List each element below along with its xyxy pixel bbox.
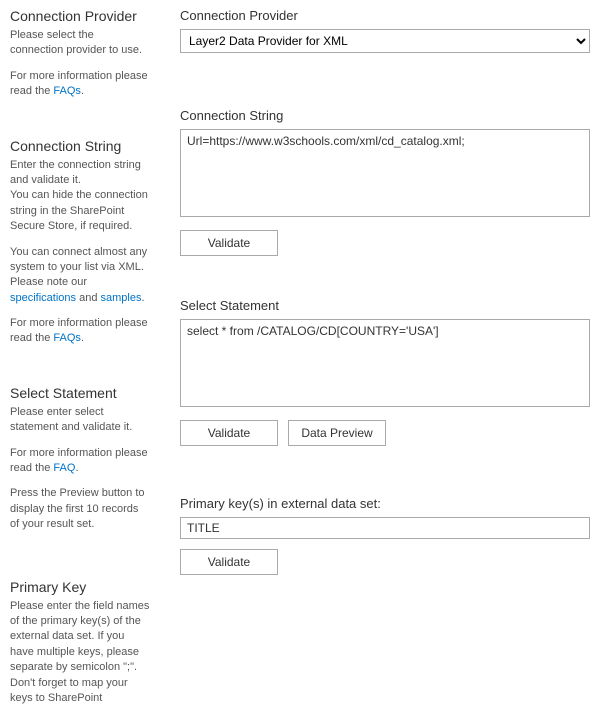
faqs-link[interactable]: FAQs	[53, 85, 81, 97]
primary-label: Primary key(s) in external data set:	[180, 496, 590, 511]
select-heading: Select Statement	[10, 385, 150, 401]
primary-block: Primary key(s) in external data set: Val…	[180, 496, 590, 575]
text: and	[76, 292, 100, 304]
connstring-heading: Connection String	[10, 138, 150, 154]
connstring-textarea[interactable]	[180, 129, 590, 217]
primary-heading: Primary Key	[10, 579, 150, 595]
help-column: Connection Provider Please select the co…	[10, 8, 170, 706]
faqs-link-2[interactable]: FAQs	[53, 332, 81, 344]
select-block: Select Statement Validate Data Preview	[180, 298, 590, 446]
faq-link[interactable]: FAQ	[53, 462, 75, 474]
samples-link[interactable]: samples	[101, 292, 142, 304]
primary-help-1: Please enter the field names of the prim…	[10, 599, 150, 706]
text: You can connect almost any system to you…	[10, 246, 147, 289]
select-help-3: Press the Preview button to display the …	[10, 486, 150, 532]
provider-dropdown[interactable]: Layer2 Data Provider for XML	[180, 29, 590, 53]
connstring-label: Connection String	[180, 108, 590, 123]
select-textarea[interactable]	[180, 319, 590, 407]
text: .	[81, 332, 84, 344]
text: .	[75, 462, 78, 474]
provider-block: Connection Provider Layer2 Data Provider…	[180, 8, 590, 53]
provider-heading: Connection Provider	[10, 8, 150, 24]
select-validate-button[interactable]: Validate	[180, 420, 278, 446]
select-label: Select Statement	[180, 298, 590, 313]
connstring-help-1: Enter the connection string and validate…	[10, 158, 150, 189]
primary-validate-button[interactable]: Validate	[180, 549, 278, 575]
connstring-block: Connection String Validate	[180, 108, 590, 256]
text: For more information please read the	[10, 447, 148, 474]
select-help-1: Please enter select statement and valida…	[10, 405, 150, 436]
specifications-link[interactable]: specifications	[10, 292, 76, 304]
connstring-validate-button[interactable]: Validate	[180, 230, 278, 256]
primary-key-input[interactable]	[180, 517, 590, 539]
form-container: Connection Provider Please select the co…	[0, 0, 600, 706]
connstring-help-3: You can connect almost any system to you…	[10, 245, 150, 307]
data-preview-button[interactable]: Data Preview	[288, 420, 386, 446]
connstring-help-2: You can hide the connection string in th…	[10, 188, 150, 234]
provider-help-2: For more information please read the FAQ…	[10, 69, 150, 100]
form-column: Connection Provider Layer2 Data Provider…	[170, 8, 590, 706]
select-help-2: For more information please read the FAQ…	[10, 446, 150, 477]
connstring-help-4: For more information please read the FAQ…	[10, 316, 150, 347]
text: .	[81, 85, 84, 97]
provider-label: Connection Provider	[180, 8, 590, 23]
text: .	[141, 292, 144, 304]
provider-help-1: Please select the connection provider to…	[10, 28, 150, 59]
